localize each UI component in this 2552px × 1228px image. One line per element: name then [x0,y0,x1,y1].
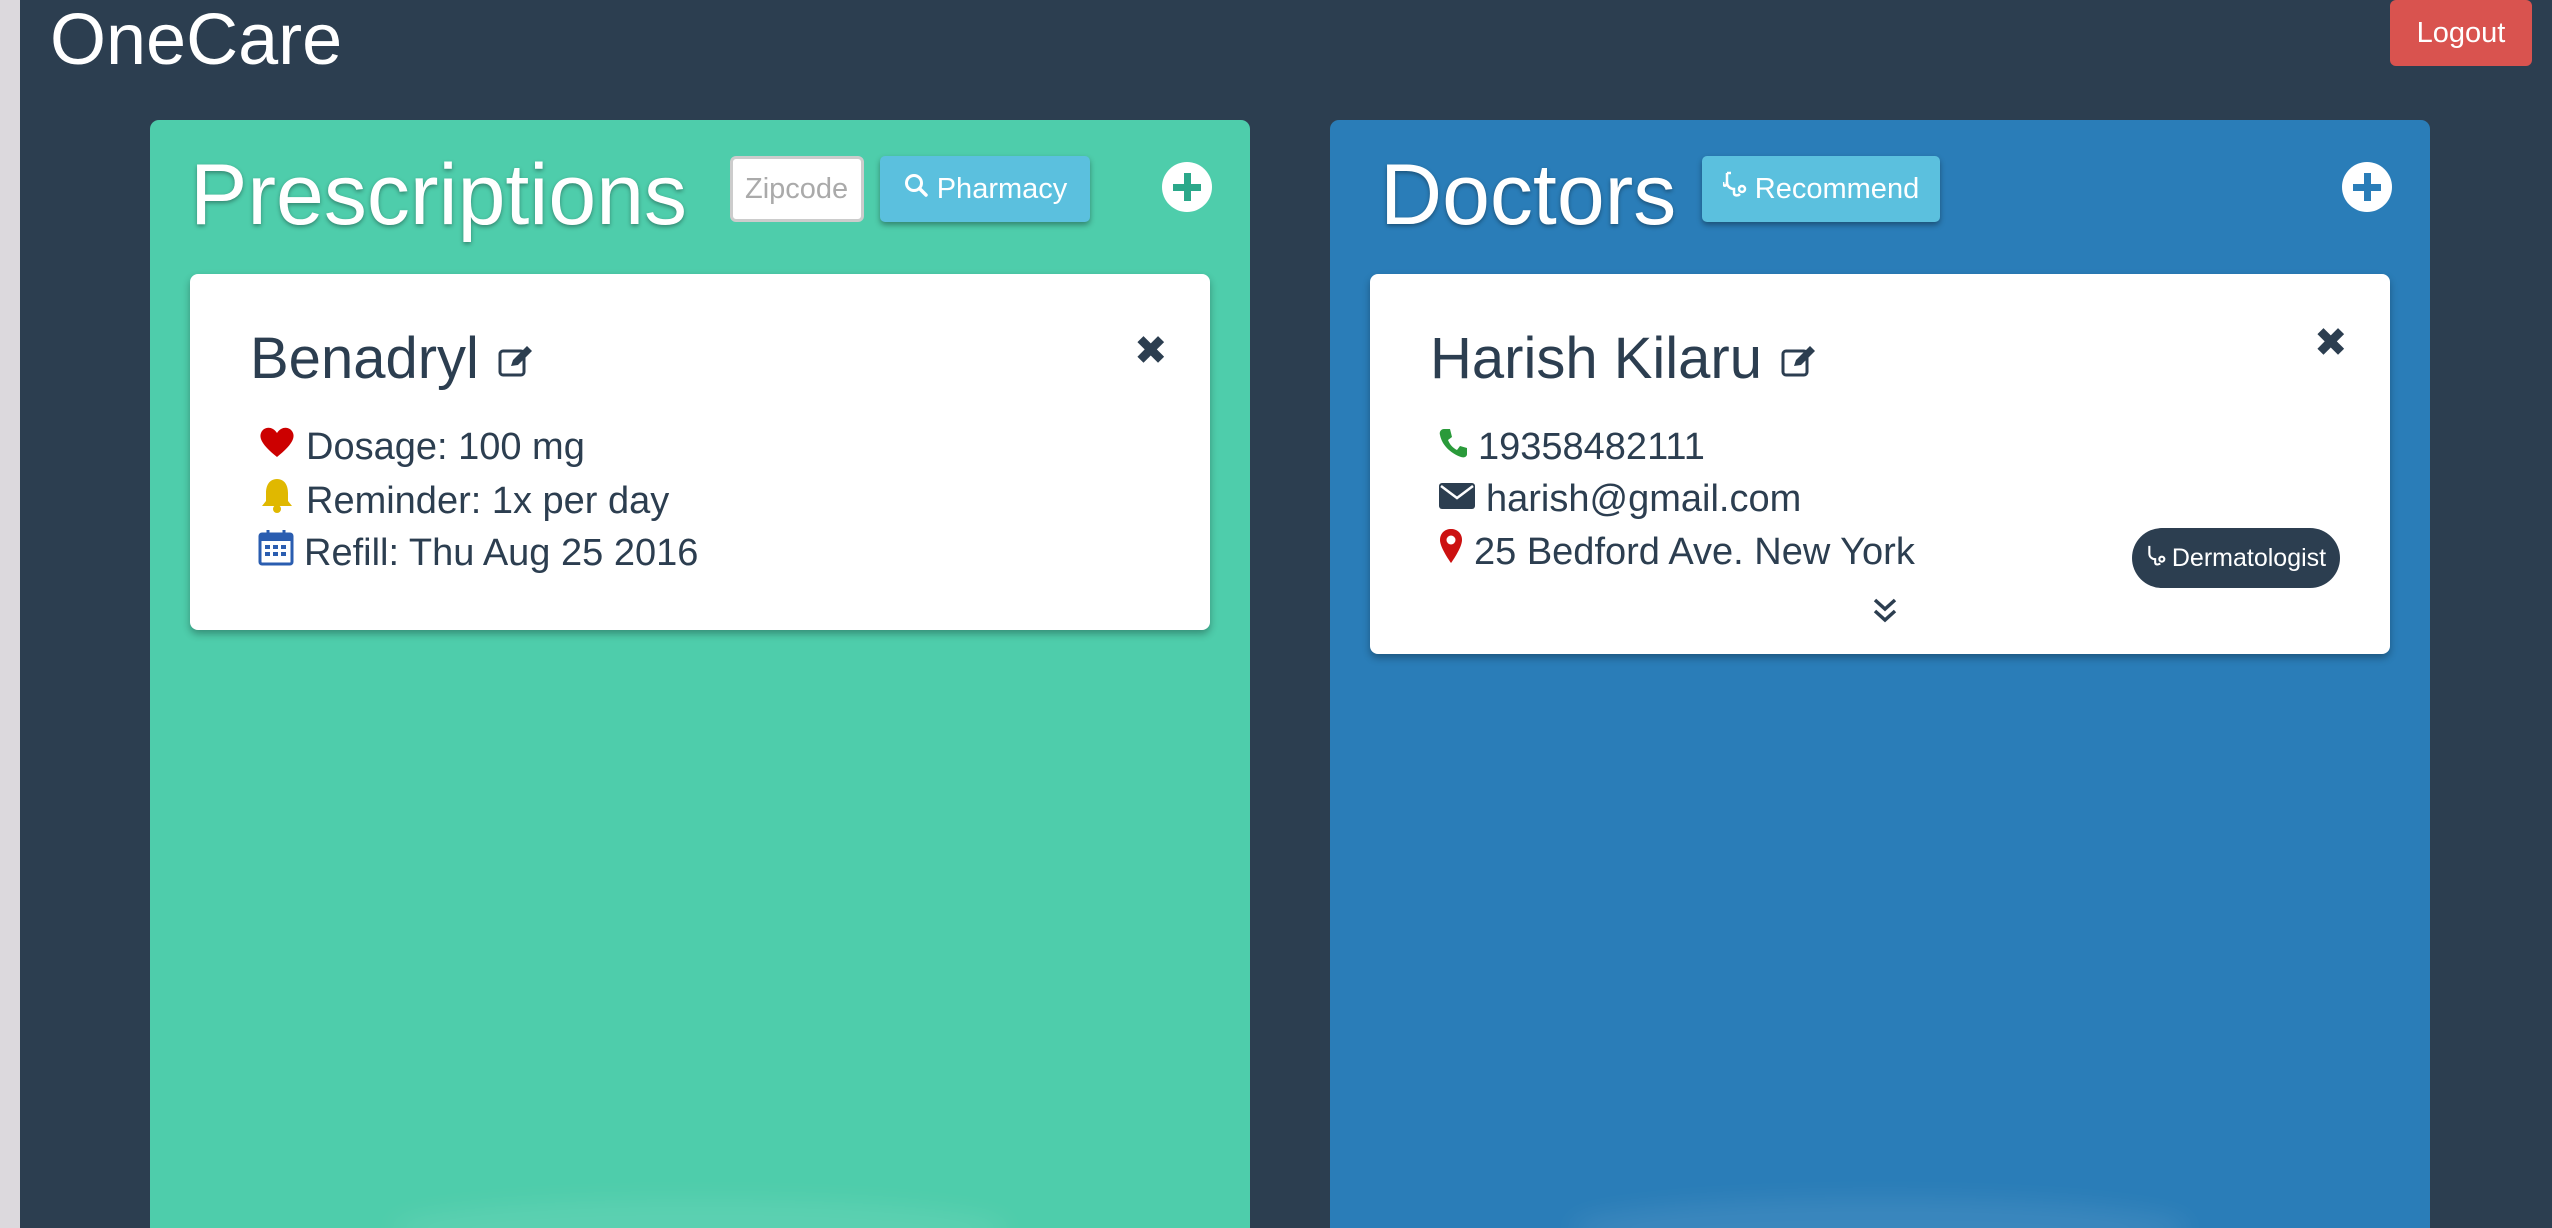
stethoscope-icon [2146,543,2166,574]
panel-shade [1570,1198,2190,1228]
phone-icon [1438,424,1468,470]
doctor-card: Harish Kilaru ✖ 19358482111 harish@gmail… [1370,274,2390,654]
dosage-row: Dosage: 100 mg [258,424,585,470]
specialty-badge[interactable]: Dermatologist [2132,528,2340,588]
prescription-name-row: Benadryl [250,324,535,394]
address-row: 25 Bedford Ave. New York [1438,528,1915,575]
recommend-button[interactable]: Recommend [1702,156,1940,222]
email-row: harish@gmail.com [1438,476,1801,522]
pharmacy-search-button[interactable]: Pharmacy [880,156,1090,222]
add-prescription-plus-circle-icon[interactable] [1162,162,1212,212]
envelope-icon [1438,476,1476,522]
window-edge [0,0,20,1228]
dosage-text: Dosage: 100 mg [306,426,585,468]
email-text: harish@gmail.com [1486,478,1802,520]
edit-icon[interactable] [1780,324,1818,394]
address-text: 25 Bedford Ave. New York [1474,530,1915,573]
doctor-name-row: Harish Kilaru [1430,324,1818,394]
prescriptions-panel: Prescriptions Pharmacy Benadryl ✖ Dosage… [150,120,1250,1228]
bell-icon [258,476,296,525]
heart-icon [258,424,296,470]
delete-doctor-close-icon[interactable]: ✖ [2314,320,2348,366]
doctor-name: Harish Kilaru [1430,326,1762,391]
doctors-title: Doctors [1380,147,1677,243]
phone-row: 19358482111 [1438,424,1705,470]
doctors-panel: Doctors Recommend Harish Kilaru ✖ 193584… [1330,120,2430,1228]
search-icon [903,156,929,222]
calendar-icon [258,528,294,577]
prescription-card: Benadryl ✖ Dosage: 100 mg Reminder: 1x p… [190,274,1210,630]
panel-shade [390,1198,1010,1228]
expand-chevron-down-icon[interactable] [1870,596,1900,631]
app-title: OneCare [50,0,343,80]
edit-icon[interactable] [497,324,535,394]
zipcode-input[interactable] [730,156,864,222]
add-doctor-plus-circle-icon[interactable] [2342,162,2392,212]
stethoscope-icon [1721,156,1747,222]
refill-row: Refill: Thu Aug 25 2016 [258,528,698,577]
prescriptions-title: Prescriptions [190,147,688,243]
reminder-text: Reminder: 1x per day [306,479,670,522]
phone-text: 19358482111 [1478,426,1705,468]
pharmacy-button-label: Pharmacy [936,173,1068,205]
logout-button[interactable]: Logout [2390,0,2532,66]
map-marker-icon [1438,528,1464,575]
refill-text: Refill: Thu Aug 25 2016 [304,531,699,574]
specialty-text: Dermatologist [2171,543,2327,572]
reminder-row: Reminder: 1x per day [258,476,669,525]
prescription-name: Benadryl [250,326,479,391]
recommend-button-label: Recommend [1754,173,1920,205]
delete-prescription-close-icon[interactable]: ✖ [1134,328,1168,374]
